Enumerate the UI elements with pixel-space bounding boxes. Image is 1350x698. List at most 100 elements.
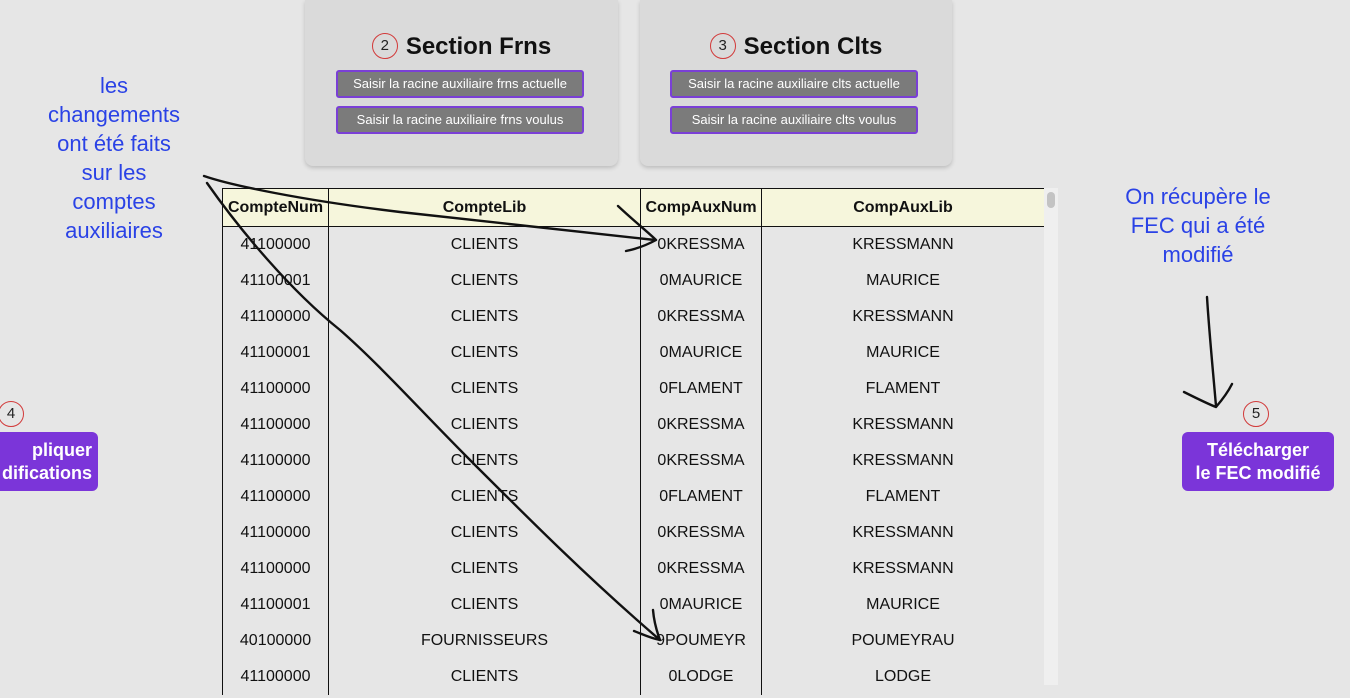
- cell-comptenum: 41100000: [222, 515, 329, 551]
- cell-compauxnum: 0KRESSMA: [640, 226, 762, 263]
- arrow-down-fec: [1205, 295, 1218, 408]
- table-scrollbar[interactable]: [1044, 188, 1058, 685]
- step-5-badge: 5: [1243, 401, 1269, 427]
- cell-comptenum: 41100000: [222, 407, 329, 443]
- table-header-row: CompteNum CompteLib CompAuxNum CompAuxLi…: [222, 188, 1044, 227]
- cell-comptenum: 41100000: [222, 479, 329, 515]
- header-comptenum[interactable]: CompteNum: [222, 188, 329, 227]
- table-row: 41100000 CLIENTS 0LODGE LODGE: [222, 659, 1044, 695]
- frns-wanted-root-button[interactable]: Saisir la racine auxiliaire frns voulus: [336, 106, 584, 134]
- apply-button-line1: pliquer: [31, 440, 92, 460]
- cell-compauxlib: KRESSMANN: [761, 551, 1044, 587]
- cell-compauxlib: LODGE: [761, 659, 1044, 695]
- cell-compauxlib: KRESSMANN: [761, 515, 1044, 551]
- cell-compauxlib: POUMEYRAU: [761, 623, 1044, 659]
- cell-compauxnum: 0KRESSMA: [640, 443, 762, 479]
- cell-compauxnum: 0MAURICE: [640, 263, 762, 299]
- download-fec-button[interactable]: Télécharger le FEC modifié: [1182, 432, 1334, 491]
- fec-table: CompteNum CompteLib CompAuxNum CompAuxLi…: [222, 188, 1044, 695]
- header-compauxlib[interactable]: CompAuxLib: [761, 188, 1044, 227]
- cell-comptelib: CLIENTS: [328, 335, 641, 371]
- clts-current-root-button[interactable]: Saisir la racine auxiliaire clts actuell…: [670, 70, 918, 98]
- annotation-line: changements: [47, 102, 181, 127]
- table-row: 41100001 CLIENTS 0MAURICE MAURICE: [222, 587, 1044, 623]
- step-2-badge: 2: [371, 32, 398, 59]
- cell-comptenum: 41100000: [222, 443, 329, 479]
- header-comptelib[interactable]: CompteLib: [328, 188, 641, 227]
- download-button-line2: le FEC modifié: [1195, 463, 1321, 483]
- table-row: 41100000 CLIENTS 0FLAMENT FLAMENT: [222, 479, 1044, 515]
- cell-comptelib: CLIENTS: [328, 587, 641, 623]
- cell-comptenum: 41100001: [222, 335, 329, 371]
- annotation-line: On récupère le: [1125, 184, 1271, 209]
- table-row: 41100000 CLIENTS 0KRESSMA KRESSMANN: [222, 515, 1044, 551]
- table-row: 41100001 CLIENTS 0MAURICE MAURICE: [222, 263, 1044, 299]
- section-clts-title: 3 Section Clts: [640, 32, 952, 61]
- cell-comptenum: 41100001: [222, 587, 329, 623]
- cell-comptelib: CLIENTS: [328, 407, 641, 443]
- cell-comptenum: 41100000: [222, 226, 329, 263]
- cell-compauxnum: 0KRESSMA: [640, 551, 762, 587]
- table-row: 40100000 FOURNISSEURS 9POUMEYR POUMEYRAU: [222, 623, 1044, 659]
- cell-comptelib: CLIENTS: [328, 263, 641, 299]
- clts-wanted-root-button[interactable]: Saisir la racine auxiliaire clts voulus: [670, 106, 918, 134]
- arrowhead-fec: [1182, 382, 1234, 409]
- cell-compauxlib: FLAMENT: [761, 479, 1044, 515]
- step-3-badge: 3: [709, 32, 736, 59]
- cell-comptenum: 41100000: [222, 551, 329, 587]
- apply-modifications-button[interactable]: pliquer difications: [0, 432, 98, 491]
- table-row: 41100001 CLIENTS 0MAURICE MAURICE: [222, 335, 1044, 371]
- cell-compauxnum: 0KRESSMA: [640, 407, 762, 443]
- cell-comptelib: CLIENTS: [328, 299, 641, 335]
- annotation-line: comptes: [72, 189, 156, 214]
- cell-compauxlib: KRESSMANN: [761, 407, 1044, 443]
- cell-comptenum: 40100000: [222, 623, 329, 659]
- section-clts-card: 3 Section Clts Saisir la racine auxiliair…: [640, 0, 952, 166]
- table-row: 41100000 CLIENTS 0KRESSMA KRESSMANN: [222, 443, 1044, 479]
- table-row: 41100000 CLIENTS 0KRESSMA KRESSMANN: [222, 407, 1044, 443]
- right-annotation: On récupère le FEC qui a été modifié: [1110, 182, 1286, 269]
- cell-compauxlib: KRESSMANN: [761, 443, 1044, 479]
- cell-compauxnum: 0KRESSMA: [640, 299, 762, 335]
- table-row: 41100000 CLIENTS 0KRESSMA KRESSMANN: [222, 551, 1044, 587]
- cell-comptelib: CLIENTS: [328, 479, 641, 515]
- section-frns-card: 2 Section Frns Saisir la racine auxiliair…: [305, 0, 618, 166]
- cell-compauxlib: MAURICE: [761, 263, 1044, 299]
- cell-comptelib: CLIENTS: [328, 371, 641, 407]
- cell-comptelib: CLIENTS: [328, 443, 641, 479]
- annotation-line: ont été faits: [57, 131, 171, 156]
- cell-compauxlib: MAURICE: [761, 335, 1044, 371]
- cell-compauxlib: KRESSMANN: [761, 299, 1044, 335]
- section-frns-title-text: Section Frns: [405, 33, 552, 60]
- cell-comptelib: CLIENTS: [328, 551, 641, 587]
- section-clts-title-text: Section Clts: [743, 33, 883, 60]
- annotation-line: modifié: [1162, 242, 1234, 267]
- section-frns-title: 2 Section Frns: [305, 32, 618, 61]
- cell-comptenum: 41100001: [222, 263, 329, 299]
- cell-compauxnum: 0FLAMENT: [640, 371, 762, 407]
- step-4-badge: 4: [0, 401, 24, 427]
- annotation-line: FEC qui a été: [1130, 213, 1266, 238]
- cell-compauxlib: KRESSMANN: [761, 226, 1044, 263]
- cell-comptelib: FOURNISSEURS: [328, 623, 641, 659]
- annotation-line: auxiliaires: [65, 218, 163, 243]
- left-annotation: les changements ont été faits sur les co…: [38, 71, 190, 245]
- table-row: 41100000 CLIENTS 0KRESSMA KRESSMANN: [222, 226, 1044, 263]
- cell-compauxlib: MAURICE: [761, 587, 1044, 623]
- apply-button-line2: difications: [1, 463, 92, 483]
- cell-compauxlib: FLAMENT: [761, 371, 1044, 407]
- table-row: 41100000 CLIENTS 0KRESSMA KRESSMANN: [222, 299, 1044, 335]
- header-compauxnum[interactable]: CompAuxNum: [640, 188, 762, 227]
- annotation-line: les: [99, 73, 129, 98]
- scrollbar-thumb[interactable]: [1047, 192, 1055, 208]
- cell-comptelib: CLIENTS: [328, 515, 641, 551]
- cell-comptelib: CLIENTS: [328, 226, 641, 263]
- frns-current-root-button[interactable]: Saisir la racine auxiliaire frns actuell…: [336, 70, 584, 98]
- table-row: 41100000 CLIENTS 0FLAMENT FLAMENT: [222, 371, 1044, 407]
- cell-comptelib: CLIENTS: [328, 659, 641, 695]
- cell-compauxnum: 0MAURICE: [640, 587, 762, 623]
- cell-compauxnum: 9POUMEYR: [640, 623, 762, 659]
- download-button-line1: Télécharger: [1206, 440, 1310, 460]
- annotation-line: sur les: [81, 160, 147, 185]
- cell-comptenum: 41100000: [222, 299, 329, 335]
